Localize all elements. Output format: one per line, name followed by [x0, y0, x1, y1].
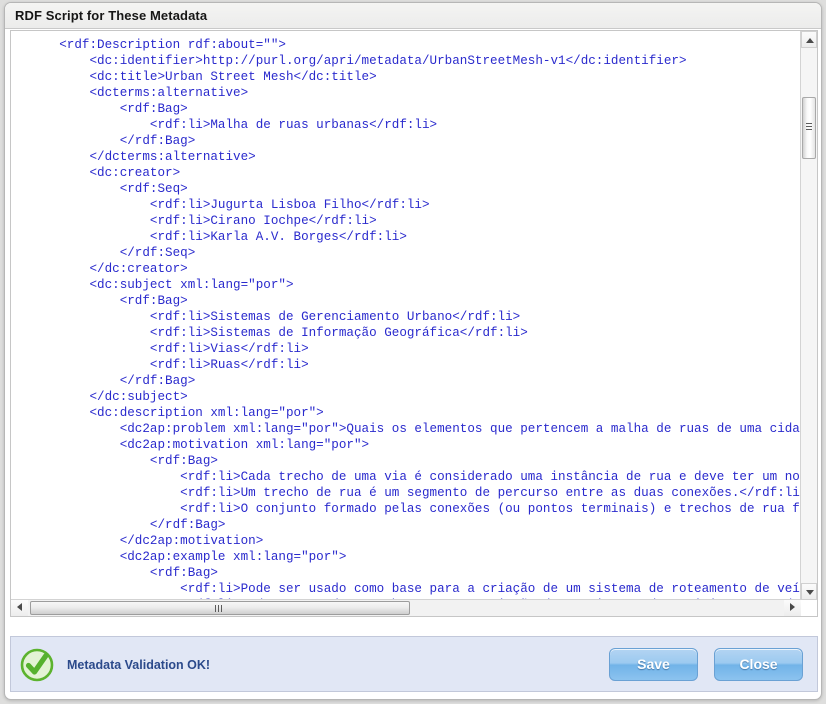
scroll-right-arrow-icon[interactable]	[784, 600, 801, 616]
dialog-titlebar: RDF Script for These Metadata	[5, 3, 821, 29]
application-window: RDF Script for These Metadata <rdf:Descr…	[0, 0, 826, 704]
code-scroll-region: <rdf:Description rdf:about=""> <dc:ident…	[11, 31, 801, 600]
rdf-script-dialog: RDF Script for These Metadata <rdf:Descr…	[4, 2, 822, 700]
rdf-code-viewer[interactable]: <rdf:Description rdf:about=""> <dc:ident…	[10, 30, 818, 617]
horizontal-scrollbar-thumb[interactable]	[30, 601, 410, 615]
close-button[interactable]: Close	[714, 648, 803, 681]
scroll-up-arrow-icon[interactable]	[801, 31, 817, 48]
horizontal-scrollbar[interactable]	[11, 599, 801, 616]
vertical-scrollbar[interactable]	[800, 31, 817, 600]
scroll-left-arrow-icon[interactable]	[11, 600, 28, 616]
rdf-code-text[interactable]: <rdf:Description rdf:about=""> <dc:ident…	[11, 31, 801, 600]
scrollbar-grip-icon	[215, 605, 225, 612]
dialog-footer: Metadata Validation OK! Save Close	[10, 636, 818, 692]
scrollbar-grip-icon	[806, 123, 812, 132]
dialog-title: RDF Script for These Metadata	[15, 8, 208, 23]
green-check-circle-icon	[19, 647, 55, 683]
vertical-scrollbar-thumb[interactable]	[802, 97, 816, 159]
save-button[interactable]: Save	[609, 648, 698, 681]
validation-message: Metadata Validation OK!	[67, 658, 211, 672]
validation-status: Metadata Validation OK!	[19, 645, 210, 685]
scroll-down-arrow-icon[interactable]	[801, 583, 817, 600]
